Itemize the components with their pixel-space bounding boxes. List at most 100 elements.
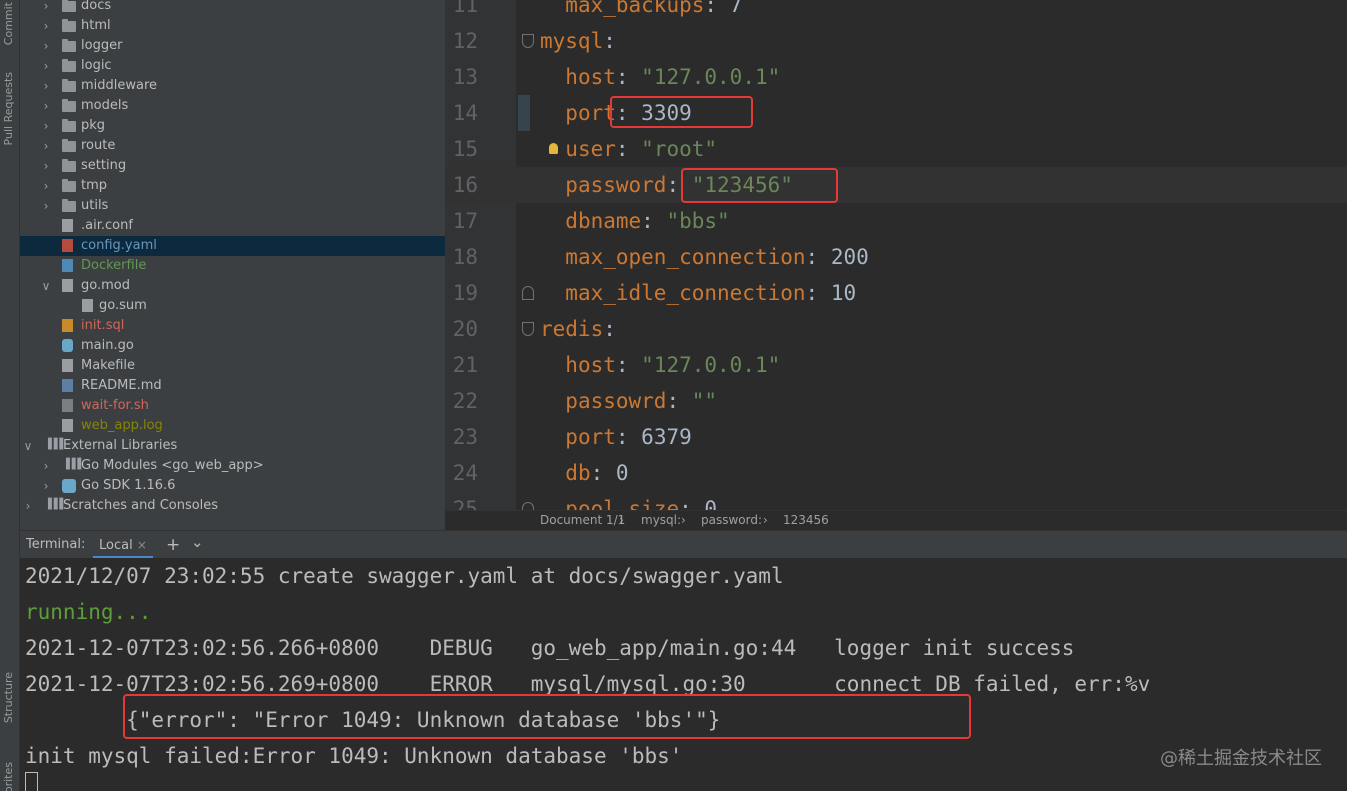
- code-line[interactable]: 17 dbname: "bbs": [446, 203, 1347, 239]
- code-line[interactable]: 21 host: "127.0.0.1": [446, 347, 1347, 383]
- code-line[interactable]: 24 db: 0: [446, 455, 1347, 491]
- tree-item[interactable]: wait-for.sh: [20, 396, 445, 416]
- tree-item-label: External Libraries: [63, 438, 178, 453]
- tree-item[interactable]: › Go SDK 1.16.6: [20, 476, 445, 496]
- chevron-right-icon[interactable]: ›: [22, 496, 34, 516]
- yaml-value: 7: [729, 0, 743, 17]
- tree-item[interactable]: init.sql: [20, 316, 445, 336]
- code-line[interactable]: 12 mysql:: [446, 23, 1347, 59]
- tree-item[interactable]: › html: [20, 16, 445, 36]
- chevron-right-icon[interactable]: ›: [40, 36, 52, 56]
- chevron-right-icon[interactable]: ›: [40, 56, 52, 76]
- code-line[interactable]: 14 port: 3309: [446, 95, 1347, 131]
- tree-item[interactable]: › setting: [20, 156, 445, 176]
- chevron-right-icon[interactable]: ›: [40, 156, 52, 176]
- code-line[interactable]: 23 port: 6379: [446, 419, 1347, 455]
- line-number: 23: [452, 425, 478, 449]
- tree-item[interactable]: › middleware: [20, 76, 445, 96]
- tree-item[interactable]: › tmp: [20, 176, 445, 196]
- line-number: 16: [452, 173, 478, 197]
- tree-item[interactable]: .air.conf: [20, 216, 445, 236]
- code-line[interactable]: 16 password: "123456": [446, 167, 1347, 203]
- tree-item[interactable]: › logger: [20, 36, 445, 56]
- breadcrumb-item[interactable]: 123456: [783, 511, 829, 530]
- breadcrumb-document[interactable]: Document 1/1: [540, 511, 625, 530]
- chevron-down-icon[interactable]: ∨: [22, 436, 34, 456]
- tree-item[interactable]: › Go Modules <go_web_app>: [20, 455, 445, 476]
- tree-item[interactable]: ∨ go.mod: [20, 276, 445, 296]
- favorites-tool-button[interactable]: Favorites: [2, 762, 15, 791]
- line-number: 25: [452, 497, 478, 510]
- tree-item-label: go.sum: [99, 298, 147, 313]
- code-text: redis:: [540, 311, 616, 347]
- tree-item[interactable]: › logic: [20, 56, 445, 76]
- terminal-output[interactable]: 2021/12/07 23:02:55 create swagger.yaml …: [20, 558, 1347, 791]
- chevron-right-icon[interactable]: ›: [40, 456, 52, 476]
- terminal-line: 2021/12/07 23:02:55 create swagger.yaml …: [25, 564, 784, 588]
- code-line[interactable]: 18 max_open_connection: 200: [446, 239, 1347, 275]
- breadcrumb-item[interactable]: mysql:: [641, 511, 681, 530]
- code-line[interactable]: 19 max_idle_connection: 10: [446, 275, 1347, 311]
- fold-icon[interactable]: [522, 322, 534, 336]
- code-line[interactable]: 13 host: "127.0.0.1": [446, 59, 1347, 95]
- chevron-right-icon[interactable]: ›: [40, 476, 52, 496]
- code-line[interactable]: 25 pool_size: 0: [446, 491, 1347, 510]
- code-line[interactable]: 11 max_backups: 7: [446, 0, 1347, 23]
- breadcrumb-item[interactable]: password:: [701, 511, 762, 530]
- terminal-line: 2021-12-07T23:02:56.266+0800 DEBUG go_we…: [25, 636, 1075, 660]
- code-line[interactable]: 15 user: "root": [446, 131, 1347, 167]
- chevron-right-icon[interactable]: ›: [40, 176, 52, 196]
- terminal-tabs-dropdown-icon[interactable]: ⌄: [191, 528, 204, 556]
- tool-window-strip: Commit Pull Requests Structure Favorites: [0, 0, 20, 791]
- yaml-colon: :: [590, 461, 616, 485]
- tree-item[interactable]: › pkg: [20, 116, 445, 136]
- yaml-value: 6379: [641, 425, 692, 449]
- fold-icon[interactable]: [522, 34, 534, 48]
- tree-item-label: route: [81, 138, 116, 153]
- structure-tool-button[interactable]: Structure: [2, 672, 15, 723]
- folder-icon: [62, 119, 76, 132]
- highlight-error-box: [123, 694, 971, 739]
- code-text: dbname: "bbs": [540, 203, 729, 239]
- pull-requests-tool-button[interactable]: Pull Requests: [2, 72, 15, 145]
- terminal-tab-local[interactable]: Local ×: [93, 531, 153, 559]
- chevron-right-icon[interactable]: ›: [40, 76, 52, 96]
- code-editor[interactable]: 11 max_backups: 7 12 mysql: 13 host: "127.0…: [445, 0, 1347, 510]
- tree-item[interactable]: README.md: [20, 376, 445, 396]
- tree-item[interactable]: ∨ External Libraries: [20, 435, 445, 456]
- yaml-value: 0: [704, 497, 718, 510]
- fold-end-icon[interactable]: [522, 286, 534, 300]
- chevron-right-icon[interactable]: ›: [40, 0, 52, 16]
- commit-tool-button[interactable]: Commit: [2, 2, 15, 45]
- tree-item[interactable]: Makefile: [20, 356, 445, 376]
- tree-item[interactable]: Dockerfile: [20, 256, 445, 276]
- tree-item[interactable]: web_app.log: [20, 416, 445, 436]
- fold-end-icon[interactable]: [522, 502, 534, 510]
- tree-item[interactable]: › utils: [20, 196, 445, 216]
- yaml-key: passowrd: [565, 389, 667, 413]
- yaml-value: "": [691, 389, 718, 413]
- code-text: pool_size: 0: [540, 491, 717, 510]
- tree-item[interactable]: main.go: [20, 336, 445, 356]
- code-line[interactable]: 20 redis:: [446, 311, 1347, 347]
- chevron-right-icon[interactable]: ›: [40, 16, 52, 36]
- chevron-right-icon[interactable]: ›: [40, 96, 52, 116]
- tree-item[interactable]: go.sum: [20, 296, 445, 316]
- chevron-right-icon[interactable]: ›: [40, 196, 52, 216]
- tree-item[interactable]: › models: [20, 96, 445, 116]
- chevron-right-icon[interactable]: ›: [40, 116, 52, 136]
- chevron-down-icon[interactable]: ∨: [40, 276, 52, 296]
- tree-item[interactable]: › docs: [20, 0, 445, 16]
- chevron-right-icon[interactable]: ›: [40, 136, 52, 156]
- lightbulb-icon[interactable]: [549, 143, 558, 154]
- tree-item[interactable]: › Scratches and Consoles: [20, 495, 445, 516]
- close-tab-icon[interactable]: ×: [137, 538, 147, 552]
- tree-item-label: logic: [81, 58, 112, 73]
- tree-item-label: go.mod: [81, 278, 130, 293]
- tree-item[interactable]: config.yaml: [20, 236, 445, 256]
- editor-breadcrumb: Document 1/1 › mysql: › password: › 1234…: [445, 510, 1347, 530]
- tree-item[interactable]: › route: [20, 136, 445, 156]
- new-terminal-tab-button[interactable]: +: [166, 531, 180, 559]
- code-line[interactable]: 22 passowrd: "": [446, 383, 1347, 419]
